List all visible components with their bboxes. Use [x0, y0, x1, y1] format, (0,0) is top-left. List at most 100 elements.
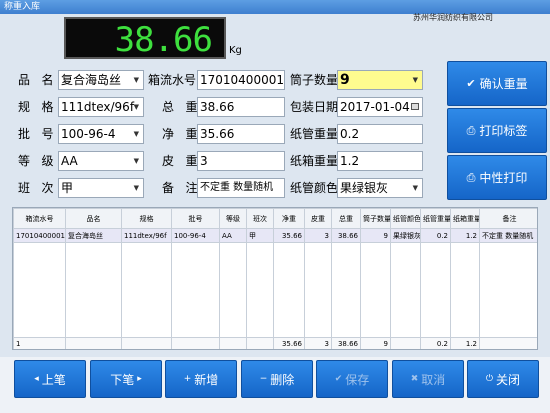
- col-header[interactable]: 等级: [219, 208, 247, 229]
- grade-value: AA: [61, 154, 78, 168]
- tube-weight-label: 纸管重量: [290, 127, 339, 141]
- print-icon: ⎙: [466, 170, 476, 184]
- net-label: 净 重: [162, 127, 198, 141]
- arrow-left-icon: ◂: [34, 374, 39, 384]
- add-label: 新增: [194, 372, 219, 387]
- chevron-down-icon: ▼: [412, 76, 418, 84]
- cancel-button[interactable]: ✖ 取消: [392, 360, 464, 398]
- spec-value: 111dtex/96f: [61, 100, 135, 114]
- calendar-icon[interactable]: [411, 103, 419, 110]
- spec-label: 规 格: [18, 100, 54, 114]
- col-header[interactable]: 皮重: [304, 208, 332, 229]
- grade-select[interactable]: AA ▼: [58, 151, 144, 171]
- records-table[interactable]: 箱流水号 品名 规格 批号 等级 班次 净重 皮重 总重 筒子数量 纸管颜色 纸…: [12, 207, 538, 350]
- summary-cell: 1.2: [450, 337, 480, 349]
- shift-select[interactable]: 甲 ▼: [58, 178, 144, 198]
- col-header[interactable]: 备注: [479, 208, 537, 229]
- remark-label: 备 注: [162, 181, 198, 195]
- tube-count-select[interactable]: 9 ▼: [337, 70, 423, 90]
- prev-label: 上笔: [41, 372, 66, 387]
- summary-cell: [246, 337, 274, 349]
- close-icon: ✖: [410, 374, 419, 384]
- shift-value: 甲: [61, 181, 74, 195]
- delete-button[interactable]: − 删除: [241, 360, 313, 398]
- table-cell: 复合海岛丝: [65, 228, 122, 243]
- product-name-label: 品 名: [18, 73, 54, 87]
- power-icon: ⏻: [485, 374, 494, 384]
- pack-date-picker[interactable]: 2017-01-04: [337, 97, 423, 117]
- cancel-label: 取消: [421, 372, 446, 387]
- pack-date-label: 包装日期: [290, 100, 339, 114]
- box-weight-label: 纸箱重量: [290, 154, 339, 168]
- tube-count-value: 9: [340, 72, 350, 88]
- summary-cell: [390, 337, 421, 349]
- summary-cell: 3: [304, 337, 332, 349]
- col-header[interactable]: 规格: [121, 208, 172, 229]
- box-no-label: 箱流水号: [148, 73, 197, 87]
- save-button[interactable]: ✔ 保存: [316, 360, 388, 398]
- col-header[interactable]: 纸管重量: [420, 208, 451, 229]
- delete-label: 删除: [270, 372, 295, 387]
- product-name-value: 复合海岛丝: [61, 73, 122, 87]
- table-cell: 0.2: [420, 228, 451, 243]
- print-icon: ⎙: [466, 123, 476, 137]
- company-name: 苏州华润纺织有限公司: [413, 13, 493, 22]
- table-cell: 38.66: [331, 228, 361, 243]
- remark-field[interactable]: 不定重 数量随机: [197, 178, 285, 198]
- close-button[interactable]: ⏻ 关闭: [467, 360, 539, 398]
- table-cell: 3: [304, 228, 332, 243]
- confirm-weight-label: 确认重量: [479, 77, 528, 91]
- box-no-field[interactable]: 17010400001: [197, 70, 285, 90]
- col-header[interactable]: 班次: [246, 208, 274, 229]
- neutral-print-label: 中性打印: [479, 171, 528, 185]
- neutral-print-button[interactable]: ⎙ 中性打印: [447, 155, 547, 200]
- col-header[interactable]: 总重: [331, 208, 361, 229]
- next-button[interactable]: 下笔 ▸: [90, 360, 162, 398]
- table-cell: 9: [360, 228, 391, 243]
- tube-color-select[interactable]: 果绿银灰 ▼: [337, 178, 423, 198]
- confirm-weight-button[interactable]: ✔ 确认重量: [447, 61, 547, 106]
- table-header: 箱流水号 品名 规格 批号 等级 班次 净重 皮重 总重 筒子数量 纸管颜色 纸…: [13, 208, 537, 229]
- tube-weight-field[interactable]: 0.2: [337, 124, 423, 144]
- scale-value: 38.66: [114, 20, 213, 60]
- tube-color-value: 果绿银灰: [340, 181, 389, 195]
- summary-cell: 35.66: [273, 337, 305, 349]
- col-header[interactable]: 箱流水号: [13, 208, 66, 229]
- col-header[interactable]: 筒子数量: [360, 208, 391, 229]
- table-cell: 17010400001: [13, 228, 66, 243]
- scale-display: 38.66: [64, 17, 226, 59]
- check-icon: ✔: [334, 374, 343, 384]
- net-field[interactable]: 35.66: [197, 124, 285, 144]
- col-header[interactable]: 批号: [171, 208, 220, 229]
- chevron-down-icon: ▼: [133, 157, 139, 165]
- col-header[interactable]: 净重: [273, 208, 305, 229]
- shift-label: 班 次: [18, 181, 54, 195]
- print-label-label: 打印标签: [479, 124, 528, 138]
- check-icon: ✔: [466, 77, 476, 90]
- summary-cell: [171, 337, 220, 349]
- box-weight-field[interactable]: 1.2: [337, 151, 423, 171]
- chevron-down-icon: ▼: [133, 76, 139, 84]
- gross-label: 总 重: [162, 100, 198, 114]
- add-button[interactable]: + 新增: [165, 360, 237, 398]
- summary-cell: [479, 337, 537, 349]
- product-name-select[interactable]: 复合海岛丝 ▼: [58, 70, 144, 90]
- chevron-down-icon: ▼: [412, 184, 418, 192]
- col-header[interactable]: 品名: [65, 208, 122, 229]
- spec-select[interactable]: 111dtex/96f ▼: [58, 97, 144, 117]
- save-label: 保存: [345, 372, 370, 387]
- prev-button[interactable]: ◂ 上笔: [14, 360, 86, 398]
- table-row[interactable]: 17010400001 复合海岛丝 111dtex/96f 100-96-4 A…: [13, 228, 537, 243]
- col-header[interactable]: 纸管颜色: [390, 208, 421, 229]
- col-header[interactable]: 纸箱重量: [450, 208, 480, 229]
- batch-select[interactable]: 100-96-4 ▼: [58, 124, 144, 144]
- table-cell: 1.2: [450, 228, 480, 243]
- scale-unit: Kg: [229, 45, 242, 56]
- summary-cell: 0.2: [420, 337, 451, 349]
- table-cell: 不定重 数量随机: [479, 228, 537, 243]
- tare-field[interactable]: 3: [197, 151, 285, 171]
- gross-field[interactable]: 38.66: [197, 97, 285, 117]
- tube-count-label: 筒子数量: [290, 73, 339, 87]
- arrow-right-icon: ▸: [137, 374, 142, 384]
- print-label-button[interactable]: ⎙ 打印标签: [447, 108, 547, 153]
